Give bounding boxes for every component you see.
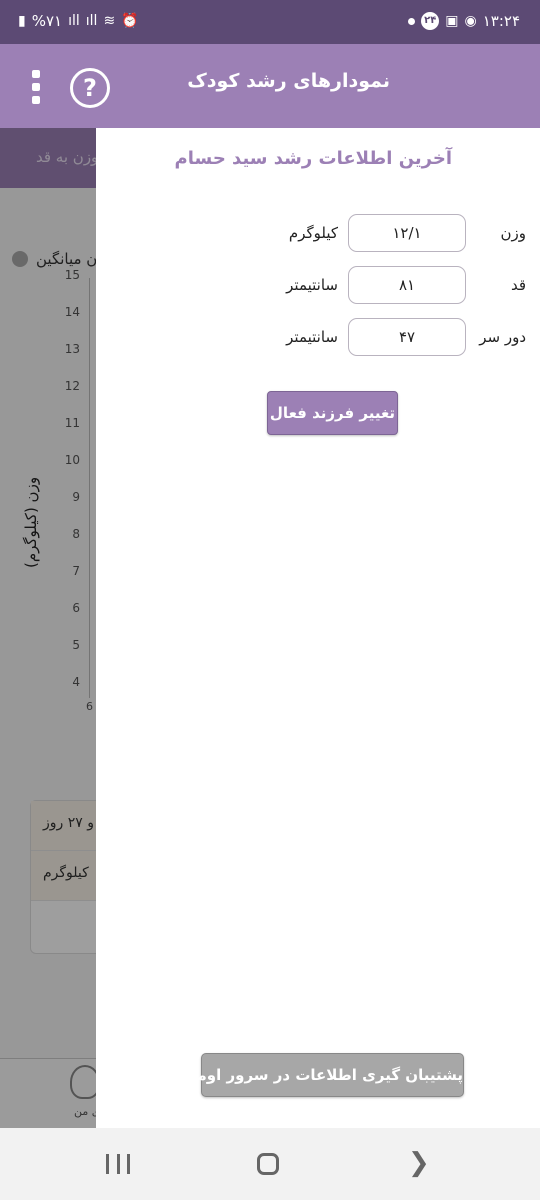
help-button[interactable]: ? bbox=[70, 68, 110, 108]
head-circumference-unit: سانتیمتر bbox=[286, 328, 338, 346]
signal-icon-2: ıll bbox=[85, 13, 98, 29]
clock: ۱۳:۲۴ bbox=[482, 12, 520, 30]
weight-value: ۱۲/۱ bbox=[348, 214, 466, 252]
head-circumference-value: ۴۷ bbox=[348, 318, 466, 356]
whatsapp-icon: ◉ bbox=[464, 13, 477, 29]
height-unit: سانتیمتر bbox=[286, 276, 338, 294]
height-value: ۸۱ bbox=[348, 266, 466, 304]
head-circumference-label: دور سر bbox=[479, 328, 526, 346]
weight-row: وزن ۱۲/۱ کیلوگرم bbox=[96, 214, 540, 254]
back-icon[interactable]: ❯ bbox=[408, 1150, 430, 1176]
notification-badge: ۲۴ bbox=[421, 12, 440, 30]
wifi-icon: ≋ bbox=[103, 13, 116, 29]
notification-dot-icon bbox=[408, 17, 416, 25]
signal-icon: ıll bbox=[68, 13, 80, 29]
status-right: ۲۴ ▣ ◉ ۱۳:۲۴ bbox=[408, 12, 520, 30]
weight-unit: کیلوگرم bbox=[288, 224, 338, 242]
home-icon[interactable] bbox=[257, 1153, 279, 1175]
gallery-icon: ▣ bbox=[445, 13, 459, 29]
recents-icon[interactable] bbox=[106, 1154, 130, 1174]
head-circumference-row: دور سر ۴۷ سانتیمتر bbox=[96, 318, 540, 358]
battery-level: %۷۱ bbox=[31, 12, 63, 30]
alarm-icon: ⏰ bbox=[121, 13, 139, 29]
battery-icon: ▮ bbox=[18, 13, 26, 29]
drawer-heading: آخرین اطلاعات رشد سید حسام bbox=[174, 148, 452, 169]
more-vert-icon[interactable] bbox=[30, 70, 42, 106]
page-title: نمودارهای رشد کودک bbox=[187, 70, 390, 92]
app-bar: ? نمودارهای رشد کودک bbox=[0, 44, 540, 128]
backup-to-server-button[interactable]: پشتیبان گیری اطلاعات در سرور اوما bbox=[192, 1053, 464, 1097]
height-label: قد bbox=[510, 276, 526, 294]
system-nav-bar: ❯ bbox=[0, 1128, 540, 1200]
status-left: ▮ %۷۱ ıll ıll ≋ ⏰ bbox=[18, 12, 139, 30]
height-row: قد ۸۱ سانتیمتر bbox=[96, 266, 540, 306]
weight-label: وزن bbox=[500, 224, 526, 242]
status-bar: ▮ %۷۱ ıll ıll ≋ ⏰ ۲۴ ▣ ◉ ۱۳:۲۴ bbox=[0, 0, 540, 44]
child-info-drawer: آخرین اطلاعات رشد سید حسام وزن ۱۲/۱ کیلو… bbox=[96, 128, 540, 1128]
change-active-child-button[interactable]: تغییر فرزند فعال bbox=[267, 391, 398, 435]
